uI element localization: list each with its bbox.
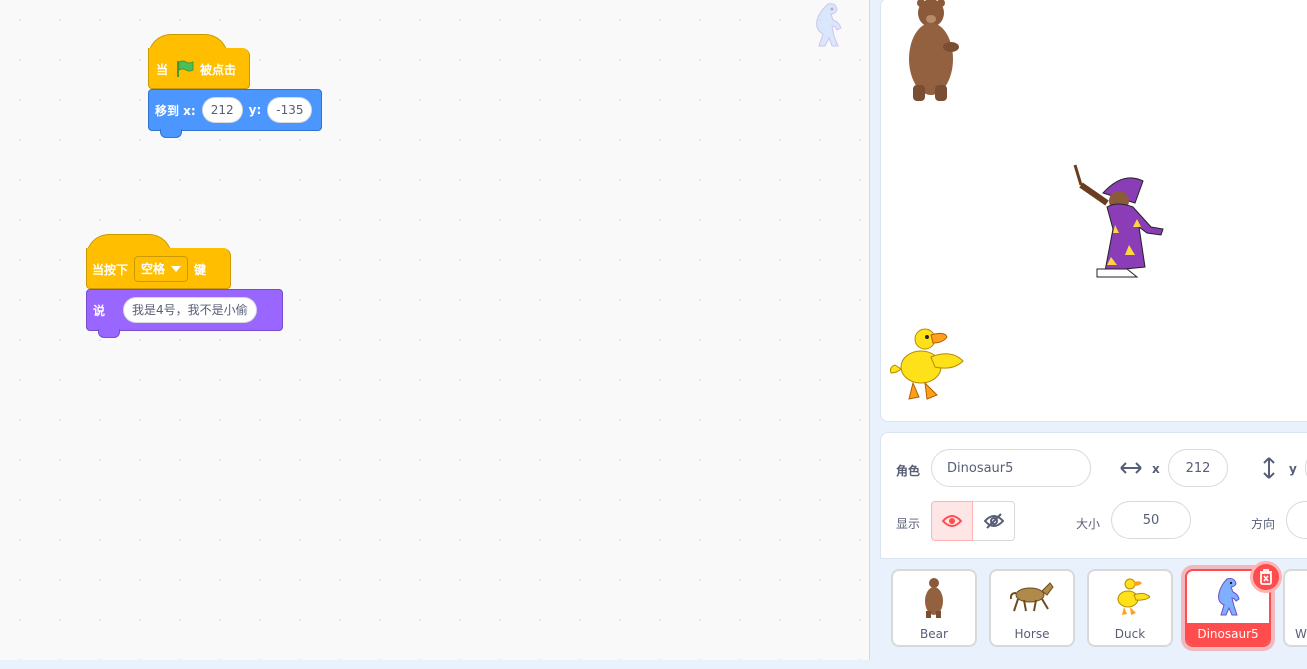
when-key-pressed-script[interactable]: 当按下 空格 键 说 我是4号，我不是小偷 xyxy=(86,234,286,344)
vertical-arrows-icon xyxy=(1263,457,1275,479)
say-block[interactable]: 说 我是4号，我不是小偷 xyxy=(86,289,283,331)
say-label: 说 xyxy=(93,303,106,318)
bear-thumbnail-icon xyxy=(925,578,943,618)
size-input[interactable]: 50 xyxy=(1111,501,1191,539)
bear-sprite-icon[interactable] xyxy=(903,0,963,103)
dinosaur-drag-ghost-icon xyxy=(816,3,842,47)
direction-input[interactable] xyxy=(1286,501,1307,539)
sprite-tile-name: Duck xyxy=(1114,627,1146,641)
when-flag-clicked-script[interactable]: 当 被点击 移到 x: 212 y: -135 xyxy=(148,34,328,144)
when-key-label: 当按下 xyxy=(92,262,129,277)
key-value: 空格 xyxy=(141,262,166,276)
eye-slash-icon xyxy=(983,513,1004,529)
sprite-tile-w[interactable]: W xyxy=(1283,569,1307,647)
horizontal-arrows-icon xyxy=(1120,462,1142,474)
duck-sprite-icon[interactable] xyxy=(887,327,967,405)
eye-icon xyxy=(942,515,962,527)
sprite-list: Bear Horse Duck Dinosaur5 W xyxy=(880,558,1307,669)
sprite-tile-name: W xyxy=(1295,627,1307,641)
duck-thumbnail-icon xyxy=(1117,578,1150,615)
key-suffix-label: 键 xyxy=(194,262,207,277)
x-position-value: 212 xyxy=(1185,460,1211,476)
x-input[interactable]: 212 xyxy=(201,97,243,123)
sprite-tile-duck[interactable]: Duck xyxy=(1087,569,1173,647)
hat-suffix-label: 被点击 xyxy=(200,62,237,77)
hat-prefix-label: 当 xyxy=(156,62,169,77)
move-to-label: 移到 x: xyxy=(155,103,196,118)
y-input[interactable]: -135 xyxy=(267,97,313,123)
trash-icon xyxy=(1260,569,1272,585)
move-to-xy-block[interactable]: 移到 x: 212 y: -135 xyxy=(148,89,322,131)
y-label: y: xyxy=(248,103,262,117)
size-value: 50 xyxy=(1142,512,1160,528)
sprite-tile-bear[interactable]: Bear xyxy=(891,569,977,647)
show-label: 显示 xyxy=(896,517,921,531)
green-flag-icon xyxy=(177,60,194,77)
x-position-input[interactable]: 212 xyxy=(1168,449,1228,487)
direction-label: 方向 xyxy=(1251,517,1276,531)
hide-sprite-button[interactable] xyxy=(973,501,1015,541)
size-label: 大小 xyxy=(1076,517,1101,531)
sprite-name-label: 角色 xyxy=(896,464,921,478)
dropdown-arrow-icon xyxy=(171,266,182,272)
delete-sprite-button[interactable] xyxy=(1250,561,1282,593)
key-dropdown[interactable]: 空格 xyxy=(134,256,189,282)
dinosaur-thumbnail-icon xyxy=(1218,578,1240,616)
sprite-tile-name: Horse xyxy=(1014,627,1050,641)
wizard-sprite-icon[interactable] xyxy=(1067,163,1177,281)
show-sprite-button[interactable] xyxy=(931,501,973,541)
sprite-tile-name: Bear xyxy=(920,627,948,641)
sprite-tile-name: Dinosaur5 xyxy=(1187,623,1269,645)
stage[interactable] xyxy=(880,0,1307,422)
code-workspace[interactable]: 当 被点击 移到 x: 212 y: -135 当按下 空格 键 说 我是4号，… xyxy=(0,0,870,660)
sprite-name-input[interactable]: Dinosaur5 xyxy=(931,449,1091,487)
horse-thumbnail-icon xyxy=(1010,582,1054,612)
y-label: y xyxy=(1289,462,1297,476)
sprite-info-panel: 角色 Dinosaur5 x 212 y 显示 大小 50 方向 xyxy=(880,432,1307,564)
sprite-tile-horse[interactable]: Horse xyxy=(989,569,1075,647)
x-label: x xyxy=(1152,462,1160,476)
sprite-name-value: Dinosaur5 xyxy=(947,460,1014,476)
say-message-input[interactable]: 我是4号，我不是小偷 xyxy=(123,297,257,323)
